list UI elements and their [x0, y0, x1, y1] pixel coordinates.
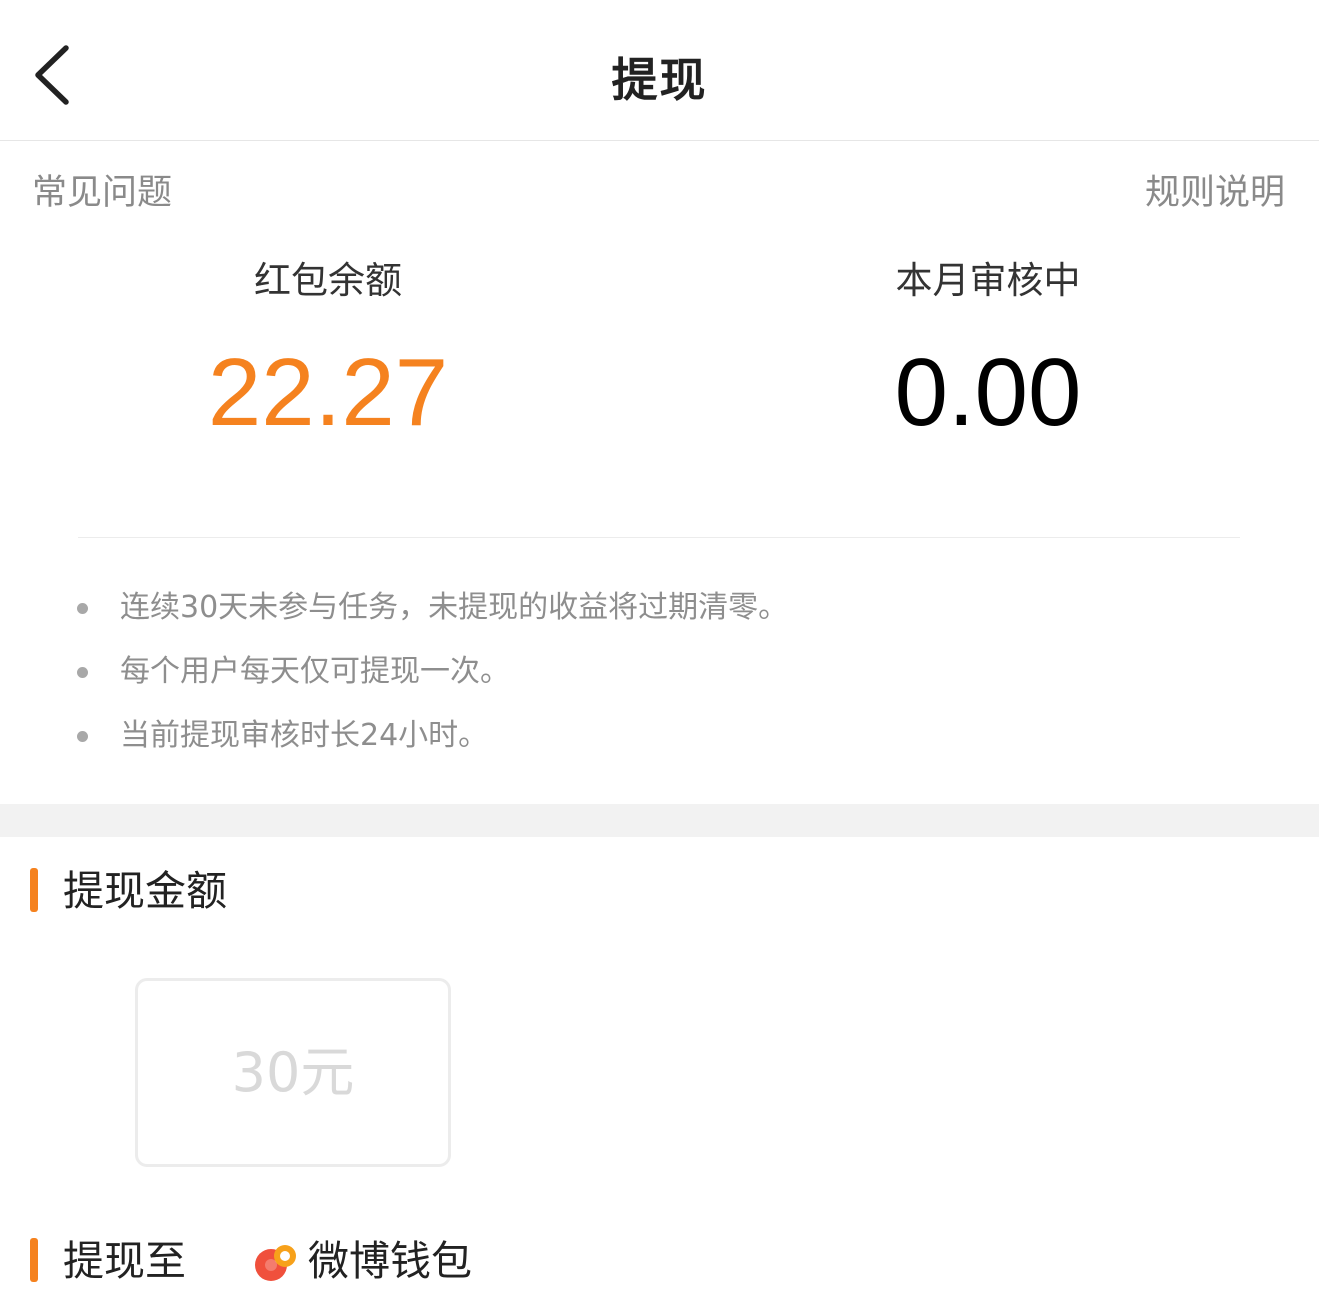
divider: [78, 537, 1240, 538]
wallet-label: 微博钱包: [308, 1237, 472, 1285]
withdraw-to-heading-text: 提现至: [63, 1237, 186, 1285]
withdraw-notes: 连续30天未参与任务，未提现的收益将过期清零。 每个用户每天仅可提现一次。 当前…: [0, 582, 1319, 774]
red-packet-balance: 红包余额 22.27: [78, 256, 578, 448]
accent-bar: [30, 868, 38, 912]
rules-link[interactable]: 规则说明: [1145, 164, 1285, 215]
note-item: 每个用户每天仅可提现一次。: [0, 646, 1319, 710]
bullet-icon: [77, 603, 88, 614]
withdraw-amount-heading-text: 提现金额: [63, 867, 227, 915]
accent-bar: [30, 1238, 38, 1282]
pending-review-balance: 本月审核中 0.00: [738, 256, 1238, 448]
pending-review-label: 本月审核中: [895, 259, 1081, 302]
note-text: 当前提现审核时长24小时。: [120, 718, 489, 753]
pending-review-value: 0.00: [894, 339, 1082, 446]
note-item: 当前提现审核时长24小时。: [0, 710, 1319, 774]
faq-link[interactable]: 常见问题: [32, 164, 172, 215]
note-text: 连续30天未参与任务，未提现的收益将过期清零。: [120, 590, 789, 625]
section-separator: [0, 804, 1319, 837]
header-bar: 提现: [0, 0, 1319, 141]
note-item: 连续30天未参与任务，未提现的收益将过期清零。: [0, 582, 1319, 646]
page-title: 提现: [611, 53, 708, 107]
amount-option-30[interactable]: 30元: [135, 978, 451, 1167]
bullet-icon: [77, 667, 88, 678]
weibo-wallet-icon: [255, 1245, 296, 1281]
red-packet-balance-label: 红包余额: [254, 259, 402, 302]
note-text: 每个用户每天仅可提现一次。: [120, 654, 510, 689]
bullet-icon: [77, 731, 88, 742]
red-packet-balance-value: 22.27: [207, 339, 449, 446]
